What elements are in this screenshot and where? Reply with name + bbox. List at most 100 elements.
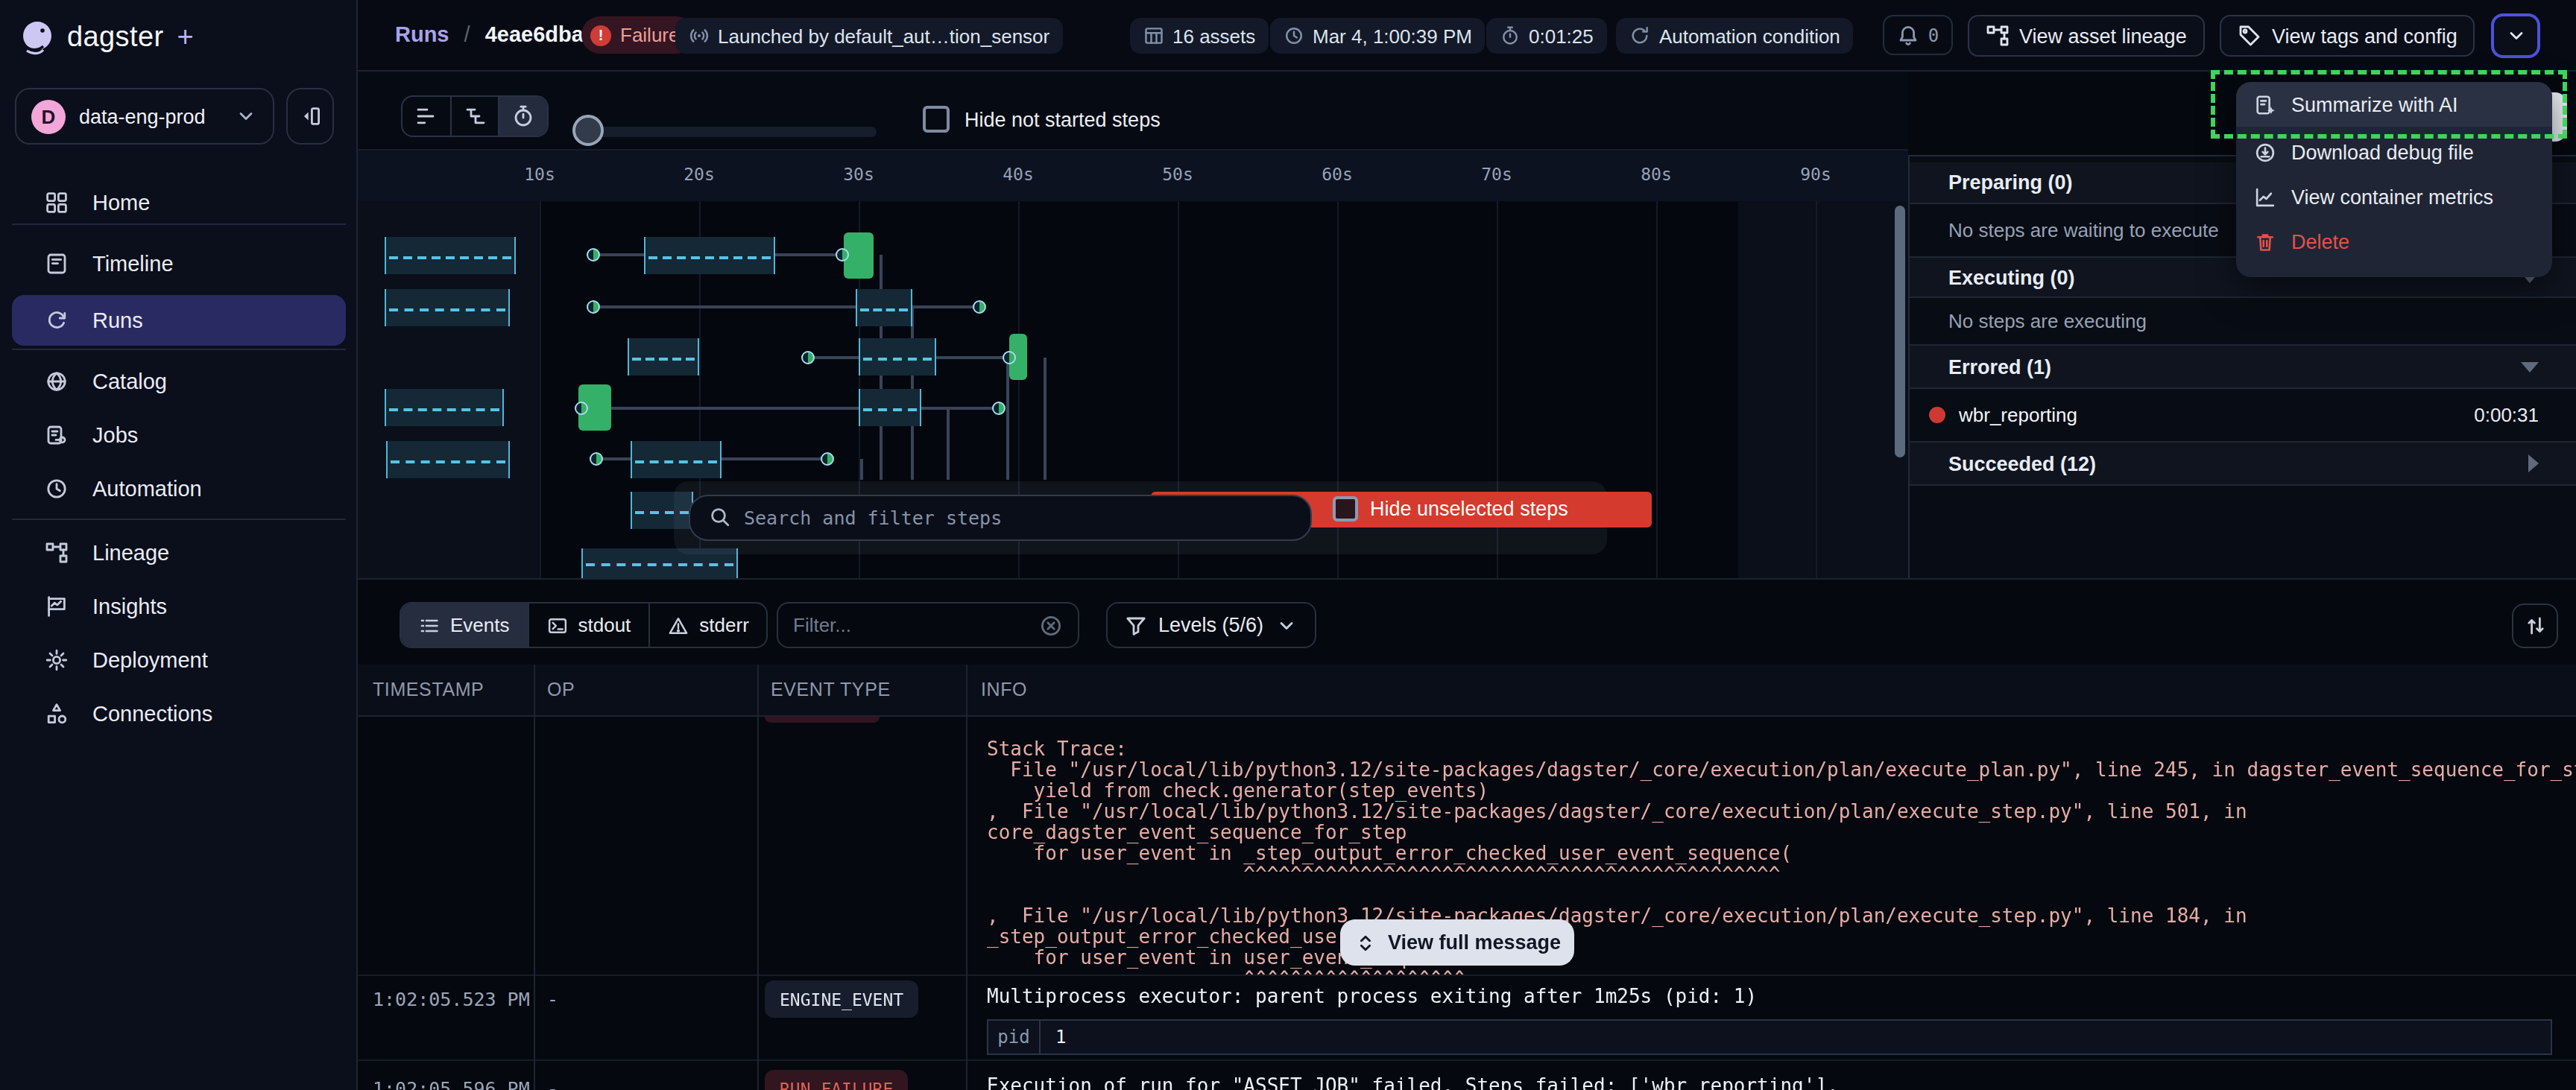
clipped-failure-badge <box>765 717 880 723</box>
grid-icon <box>45 191 69 215</box>
sensor-icon <box>688 25 709 46</box>
gantt-waterfall-view-button[interactable] <box>451 97 499 136</box>
hide-unselected-checkbox[interactable] <box>1333 496 1358 522</box>
gantt-step-bar[interactable] <box>631 441 722 478</box>
terminal-icon <box>547 615 568 636</box>
run-tag-pill[interactable]: 16 assets <box>1129 18 1269 54</box>
gantt-step-bar[interactable] <box>628 338 699 376</box>
gantt-step-bar[interactable] <box>644 237 775 274</box>
hide-not-started-label: Hide not started steps <box>965 109 1161 131</box>
panel-section-succeeded[interactable]: Succeeded (12) <box>1910 443 2576 486</box>
event-timestamp: 1:02:05.596 PM <box>373 1077 530 1090</box>
log-tab-events[interactable]: Events <box>401 603 529 647</box>
search-icon <box>708 505 732 529</box>
gantt-step-bar[interactable] <box>859 389 921 426</box>
gantt-chart[interactable]: Search and filter steps Hide unselected … <box>358 201 1908 578</box>
gantt-flat-view-button[interactable] <box>402 97 451 136</box>
event-type-badge: RUN_FAILURE <box>765 1070 908 1090</box>
funnel-icon <box>1124 613 1148 637</box>
lineage-icon <box>45 541 69 565</box>
run-actions-menu-button[interactable] <box>2491 13 2540 58</box>
scroll-order-button[interactable] <box>2512 603 2558 648</box>
gantt-step-bar[interactable] <box>385 237 516 274</box>
log-tab-stderr[interactable]: stderr <box>650 603 766 647</box>
log-tabs: Eventsstdoutstderr <box>400 602 768 648</box>
hide-unselected-label: Hide unselected steps <box>1370 498 1568 520</box>
error-status-dot <box>1929 407 1945 423</box>
breadcrumb: Runs / 4eae6dba <box>395 22 584 46</box>
collapse-sidebar-button[interactable] <box>286 88 334 145</box>
logo[interactable]: dagster + <box>18 12 194 63</box>
shapes-icon <box>45 701 69 725</box>
event-metadata-table: pid 1 <box>987 1019 2552 1055</box>
breadcrumb-run-id: 4eae6dba <box>485 22 584 46</box>
insights-icon <box>45 594 69 618</box>
sidebar-item-timeline[interactable]: Timeline <box>12 238 346 289</box>
clear-filter-icon[interactable] <box>1039 613 1063 637</box>
hide-not-started-checkbox[interactable] <box>923 106 950 133</box>
gantt-time-axis: 10s20s30s40s50s60s70s80s90s <box>358 149 1908 201</box>
gantt-view-mode-group <box>401 95 549 137</box>
log-table-header: TIMESTAMPOPEVENT TYPEINFO <box>358 665 2576 717</box>
log-tab-stdout[interactable]: stdout <box>529 603 651 647</box>
globe-icon <box>45 370 69 393</box>
clock-icon <box>45 477 69 501</box>
run-tag-pill[interactable]: Launched by default_aut…tion_sensor <box>675 18 1063 54</box>
sidebar-item-runs[interactable]: Runs <box>12 294 346 345</box>
list-icon <box>419 615 440 636</box>
logo-text: dagster <box>67 21 164 54</box>
sidebar-item-jobs[interactable]: Jobs <box>12 410 346 460</box>
download-icon <box>2254 141 2276 163</box>
chevron-down-icon <box>1274 613 1298 637</box>
run-tag-pill[interactable]: 0:01:25 <box>1486 18 1607 54</box>
jobs-icon <box>45 423 69 447</box>
gantt-step-bar[interactable] <box>385 389 504 426</box>
zoom-slider-track[interactable] <box>577 127 877 137</box>
bell-icon <box>1897 23 1921 47</box>
run-tag-pill[interactable]: Automation condition <box>1616 18 1854 54</box>
error-icon: ! <box>590 25 611 45</box>
errored-step-row[interactable]: wbr_reporting0:00:31 <box>1910 389 2576 443</box>
levels-dropdown[interactable]: Levels (5/6) <box>1106 602 1316 648</box>
gantt-step-bar[interactable] <box>856 289 912 326</box>
sidebar-item-lineage[interactable]: Lineage <box>12 527 346 578</box>
clock-icon <box>1283 25 1304 46</box>
menu-item-view-container-metrics[interactable]: View container metrics <box>2236 174 2552 219</box>
run-tag-pill[interactable]: Mar 4, 1:00:39 PM <box>1269 18 1486 54</box>
chevron-down-icon <box>234 104 258 128</box>
panel-section-errored[interactable]: Errored (1) <box>1910 346 2576 389</box>
gantt-scrollbar[interactable] <box>1895 206 1905 457</box>
gantt-controls: Hide not started steps <box>358 72 1908 149</box>
notifications-button[interactable]: 0 <box>1883 15 1953 55</box>
step-search-input[interactable]: Search and filter steps <box>689 494 1312 540</box>
log-filter-input[interactable]: Filter... <box>777 602 1079 648</box>
view-tags-config-button[interactable]: View tags and config <box>2220 15 2475 57</box>
menu-item-delete[interactable]: Delete <box>2236 219 2552 264</box>
sidebar-item-connections[interactable]: Connections <box>12 688 346 738</box>
autorefresh-icon <box>1629 25 1650 46</box>
gantt-step-bar[interactable] <box>859 338 936 376</box>
gantt-timed-view-button[interactable] <box>500 97 547 136</box>
dagster-run-page: dagster + D data-eng-prod HomeTimelineRu… <box>0 0 2576 1090</box>
sidebar-item-automation[interactable]: Automation <box>12 463 346 514</box>
deployment-avatar: D <box>31 99 66 133</box>
gantt-step-bar[interactable] <box>385 289 510 326</box>
gantt-step-bar[interactable] <box>386 441 510 478</box>
sidebar-item-insights[interactable]: Insights <box>12 580 346 631</box>
sidebar-item-home[interactable]: Home <box>12 177 346 228</box>
stopwatch-icon <box>1499 25 1520 46</box>
warn-icon <box>668 615 689 636</box>
deployment-name: data-eng-prod <box>79 105 221 127</box>
zoom-slider-handle[interactable] <box>572 115 604 146</box>
chartline-icon <box>2254 186 2276 208</box>
sidebar-item-deployment[interactable]: Deployment <box>12 634 346 685</box>
view-full-message-button[interactable]: View full message <box>1340 919 1574 966</box>
gear-icon <box>45 647 69 671</box>
breadcrumb-runs-link[interactable]: Runs <box>395 22 449 46</box>
sidebar-item-catalog[interactable]: Catalog <box>12 356 346 407</box>
section-chevron-icon <box>2521 361 2539 372</box>
logo-plus: + <box>177 21 194 54</box>
view-asset-lineage-button[interactable]: View asset lineage <box>1967 15 2205 57</box>
deployment-switcher[interactable]: D data-eng-prod <box>15 88 274 145</box>
lineage-icon <box>1985 24 2009 48</box>
